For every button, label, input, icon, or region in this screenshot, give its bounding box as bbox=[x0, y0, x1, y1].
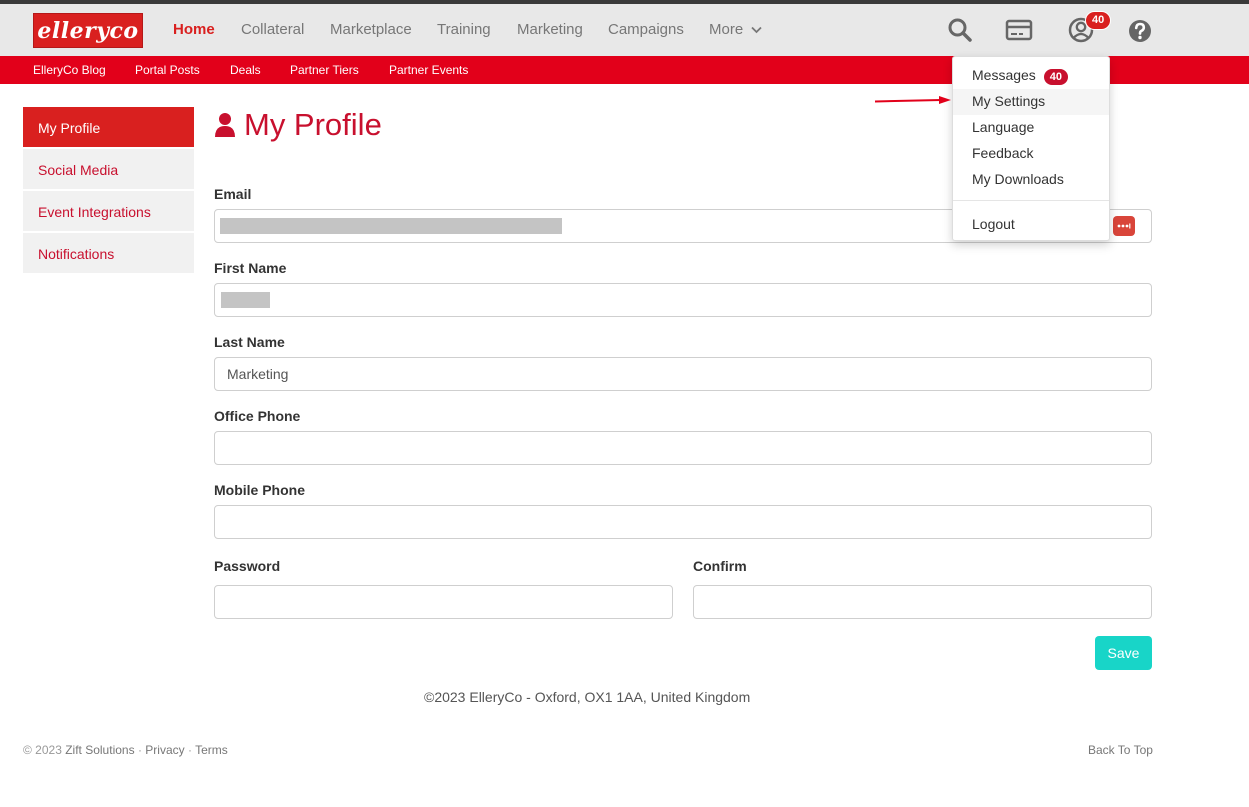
messages-count-badge: 40 bbox=[1043, 69, 1068, 85]
password-field[interactable] bbox=[214, 585, 673, 619]
annotation-arrow-icon bbox=[874, 96, 951, 104]
brand-logo[interactable]: elleryco bbox=[33, 13, 143, 48]
dots-icon bbox=[1117, 223, 1131, 229]
save-button[interactable]: Save bbox=[1095, 636, 1152, 670]
last-name-label: Last Name bbox=[214, 334, 285, 350]
profile-sidebar: My Profile Social Media Event Integratio… bbox=[23, 107, 194, 275]
nav-home[interactable]: Home bbox=[173, 21, 215, 38]
page-title-text: My Profile bbox=[244, 107, 382, 142]
email-redacted bbox=[220, 218, 562, 234]
sidebar-item-my-profile[interactable]: My Profile bbox=[23, 107, 194, 147]
user-dropdown-menu: Messages 40 My Settings Language Feedbac… bbox=[952, 56, 1110, 241]
subnav-portal-posts[interactable]: Portal Posts bbox=[135, 63, 200, 77]
office-phone-field[interactable] bbox=[214, 431, 1152, 465]
sidebar-item-social-media[interactable]: Social Media bbox=[23, 149, 194, 189]
subnav-elleryco-blog[interactable]: ElleryCo Blog bbox=[33, 63, 106, 77]
subnav-deals[interactable]: Deals bbox=[230, 63, 261, 77]
back-to-top-link[interactable]: Back To Top bbox=[1088, 743, 1153, 757]
nav-marketplace[interactable]: Marketplace bbox=[330, 21, 412, 38]
card-icon[interactable] bbox=[1005, 16, 1033, 44]
mobile-phone-field[interactable] bbox=[214, 505, 1152, 539]
search-icon[interactable] bbox=[946, 16, 974, 44]
footer-company-link[interactable]: Zift Solutions bbox=[65, 743, 134, 757]
top-navbar: elleryco Home Collateral Marketplace Tra… bbox=[0, 4, 1249, 56]
page-title: My Profile bbox=[214, 107, 382, 143]
dropdown-divider bbox=[953, 200, 1109, 201]
footer-legal-prefix: © 2023 bbox=[23, 743, 62, 757]
dropdown-item-feedback[interactable]: Feedback bbox=[953, 141, 1109, 167]
nav-marketing[interactable]: Marketing bbox=[517, 21, 583, 38]
first-name-field[interactable] bbox=[214, 283, 1152, 317]
site-copyright: ©2023 ElleryCo - Oxford, OX1 1AA, United… bbox=[424, 689, 751, 705]
nav-training[interactable]: Training bbox=[437, 21, 491, 38]
confirm-password-label: Confirm bbox=[693, 558, 747, 574]
footer-terms-link[interactable]: Terms bbox=[195, 743, 228, 757]
dropdown-item-messages-label: Messages bbox=[972, 67, 1036, 83]
dropdown-item-my-settings[interactable]: My Settings bbox=[953, 89, 1109, 115]
mobile-phone-label: Mobile Phone bbox=[214, 482, 305, 498]
dropdown-item-logout[interactable]: Logout bbox=[953, 212, 1109, 238]
nav-campaigns[interactable]: Campaigns bbox=[608, 21, 684, 38]
email-label: Email bbox=[214, 186, 252, 202]
nav-collateral[interactable]: Collateral bbox=[241, 21, 304, 38]
dropdown-item-language[interactable]: Language bbox=[953, 115, 1109, 141]
sidebar-item-notifications[interactable]: Notifications bbox=[23, 233, 194, 273]
user-icon bbox=[215, 113, 235, 137]
dropdown-item-my-downloads[interactable]: My Downloads bbox=[953, 167, 1109, 193]
first-name-redacted bbox=[221, 292, 270, 308]
dropdown-item-messages[interactable]: Messages 40 bbox=[953, 63, 1109, 89]
footer-legal: © 2023 Zift Solutions · Privacy · Terms bbox=[23, 743, 228, 757]
nav-more-label: More bbox=[709, 21, 744, 38]
password-label: Password bbox=[214, 558, 281, 574]
subnav-partner-events[interactable]: Partner Events bbox=[389, 63, 468, 77]
office-phone-label: Office Phone bbox=[214, 408, 301, 424]
subnav-partner-tiers[interactable]: Partner Tiers bbox=[290, 63, 359, 77]
sidebar-item-event-integrations[interactable]: Event Integrations bbox=[23, 191, 194, 231]
first-name-label: First Name bbox=[214, 260, 287, 276]
password-manager-icon[interactable] bbox=[1113, 216, 1135, 236]
confirm-password-field[interactable] bbox=[693, 585, 1152, 619]
last-name-field[interactable] bbox=[214, 357, 1152, 391]
notification-badge: 40 bbox=[1085, 11, 1112, 30]
footer-privacy-link[interactable]: Privacy bbox=[145, 743, 184, 757]
chevron-down-icon bbox=[751, 26, 762, 34]
nav-more[interactable]: More bbox=[709, 21, 762, 38]
help-icon[interactable] bbox=[1126, 17, 1154, 45]
